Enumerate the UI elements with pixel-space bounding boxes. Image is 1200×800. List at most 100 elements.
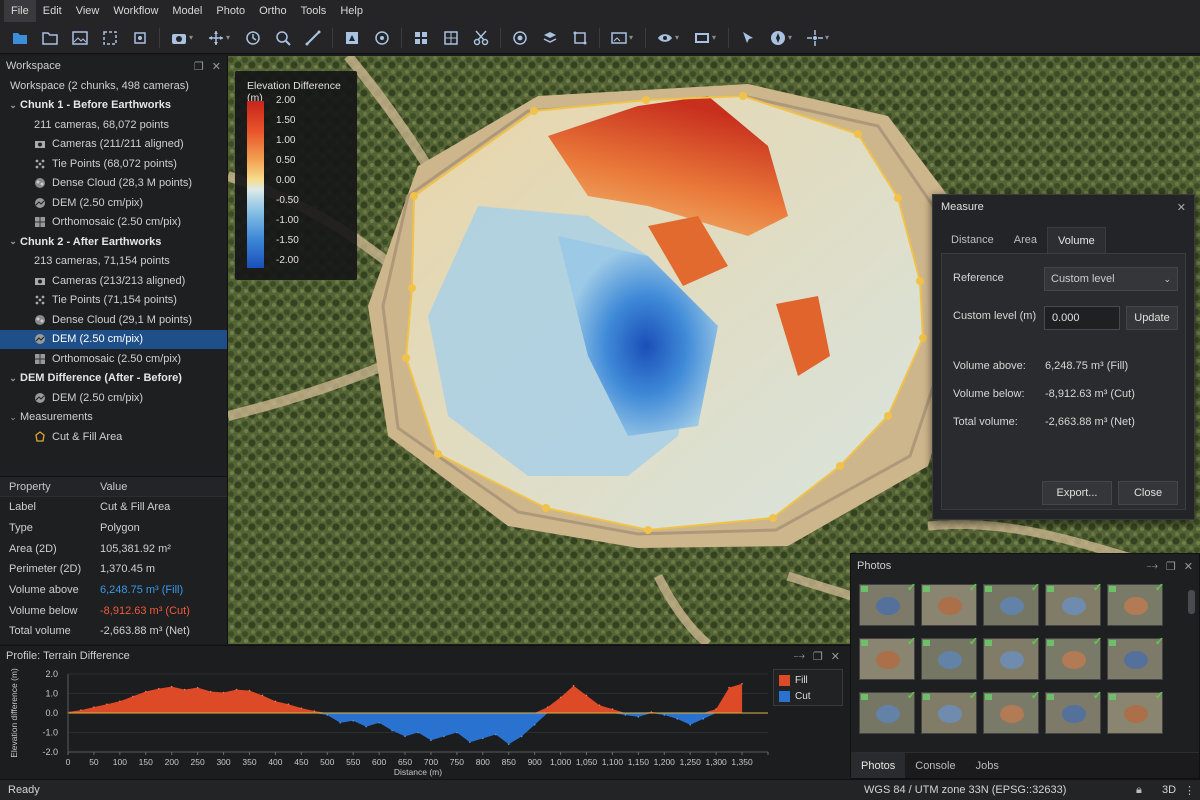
pin-icon[interactable]: ⤍ xyxy=(793,650,804,663)
tree-item[interactable]: ⌄ Chunk 2 - After Earthworks xyxy=(0,232,227,252)
chevron-down-icon[interactable]: ▾ xyxy=(629,33,637,42)
menu-file[interactable]: File xyxy=(4,0,36,22)
photo-thumbnail[interactable]: ✓ xyxy=(859,582,916,626)
property-row[interactable]: Type Polygon xyxy=(0,518,227,539)
lock-icon[interactable]: 🔒︎ xyxy=(1136,784,1142,797)
open-folder-icon[interactable] xyxy=(36,25,64,51)
select-icon[interactable] xyxy=(734,25,762,51)
photo-thumbnail[interactable]: ✓ xyxy=(1045,636,1102,680)
chevron-down-icon[interactable]: ▾ xyxy=(675,33,683,42)
tab-console[interactable]: Console xyxy=(905,753,965,778)
photo-thumbnail[interactable]: ✓ xyxy=(983,582,1040,626)
chevron-down-icon[interactable]: ⌄ xyxy=(6,100,20,111)
photo-thumbnail[interactable]: ✓ xyxy=(983,690,1040,734)
scissors-icon[interactable] xyxy=(467,25,495,51)
chevron-down-icon[interactable]: ⌄ xyxy=(6,373,20,384)
close-icon[interactable]: ✕ xyxy=(1177,201,1186,214)
float-icon[interactable]: ❐ xyxy=(1166,560,1176,573)
resize-region-icon[interactable] xyxy=(126,25,154,51)
tree-item[interactable]: 211 cameras, 68,072 points xyxy=(0,115,227,135)
grid-icon[interactable] xyxy=(407,25,435,51)
chevron-down-icon[interactable]: ▾ xyxy=(788,33,796,42)
pin-icon[interactable]: ⤍ xyxy=(1146,560,1157,573)
workspace-summary[interactable]: Workspace (2 chunks, 498 cameras) xyxy=(0,76,227,96)
settings-icon[interactable]: ⋮ xyxy=(1184,784,1195,797)
crop-icon[interactable] xyxy=(566,25,594,51)
menu-photo[interactable]: Photo xyxy=(209,0,252,22)
tree-item[interactable]: DEM (2.50 cm/pix) xyxy=(0,193,227,213)
property-row[interactable]: Perimeter (2D) 1,370.45 m xyxy=(0,559,227,580)
tree-item[interactable]: 213 cameras, 71,154 points xyxy=(0,252,227,272)
tree-item[interactable]: ⌄ Chunk 1 - Before Earthworks xyxy=(0,96,227,116)
scrollbar-thumb[interactable] xyxy=(1188,590,1195,614)
photo-thumbnail[interactable]: ✓ xyxy=(921,690,978,734)
new-project-icon[interactable] xyxy=(6,25,34,51)
tab-jobs[interactable]: Jobs xyxy=(966,753,1009,778)
chevron-down-icon[interactable]: ▾ xyxy=(189,33,197,42)
menu-tools[interactable]: Tools xyxy=(294,0,334,22)
float-icon[interactable]: ❐ xyxy=(813,650,823,663)
photo-thumbnail[interactable]: ✓ xyxy=(1045,582,1102,626)
menu-workflow[interactable]: Workflow xyxy=(106,0,165,22)
tree-item[interactable]: Orthomosaic (2.50 cm/pix) xyxy=(0,213,227,233)
update-button[interactable]: Update xyxy=(1126,306,1178,330)
tree-item[interactable]: DEM (2.50 cm/pix) xyxy=(0,388,227,408)
menu-model[interactable]: Model xyxy=(165,0,209,22)
chevron-down-icon[interactable]: ⌄ xyxy=(6,412,20,423)
tree-item[interactable]: Dense Cloud (28,3 M points) xyxy=(0,174,227,194)
float-icon[interactable]: ❐ xyxy=(194,60,204,73)
menu-view[interactable]: View xyxy=(69,0,107,22)
photo-thumbnail[interactable]: ✓ xyxy=(921,582,978,626)
close-icon[interactable]: ✕ xyxy=(831,650,840,663)
chevron-down-icon[interactable]: ▾ xyxy=(825,33,833,42)
tree-item[interactable]: Cameras (213/213 aligned) xyxy=(0,271,227,291)
photo-thumbnail[interactable]: ✓ xyxy=(1107,690,1164,734)
property-row[interactable]: Volume below -8,912.63 m³ (Cut) xyxy=(0,600,227,621)
property-row[interactable]: Total volume -2,663.88 m³ (Net) xyxy=(0,621,227,642)
chevron-down-icon[interactable]: ▾ xyxy=(226,33,234,42)
tree-item[interactable]: ⌄ DEM Difference (After - Before) xyxy=(0,369,227,389)
export-button[interactable]: Export... xyxy=(1042,481,1112,505)
property-row[interactable]: Label Cut & Fill Area xyxy=(0,497,227,518)
crs-label[interactable]: WGS 84 / UTM zone 33N (EPSG::32633) xyxy=(864,784,1066,796)
reference-select[interactable]: Custom level ⌄ xyxy=(1044,267,1178,291)
ruler-icon[interactable] xyxy=(299,25,327,51)
photo-thumbnail[interactable]: ✓ xyxy=(859,636,916,680)
custom-level-input[interactable]: 0.000 xyxy=(1044,306,1120,330)
property-row[interactable]: Area (2D) 105,381.92 m² xyxy=(0,538,227,559)
tab-photos[interactable]: Photos xyxy=(851,753,906,778)
photo-thumbnail[interactable]: ✓ xyxy=(921,636,978,680)
tree-item[interactable]: Tie Points (68,072 points) xyxy=(0,154,227,174)
point-cloud-icon[interactable] xyxy=(368,25,396,51)
chevron-down-icon[interactable]: ⌄ xyxy=(6,236,20,247)
tab-distance[interactable]: Distance xyxy=(941,227,1004,253)
view-mode-label[interactable]: 3D xyxy=(1162,784,1176,796)
photo-thumbnail[interactable]: ✓ xyxy=(1045,690,1102,734)
tab-volume[interactable]: Volume xyxy=(1047,227,1106,253)
tree-item[interactable]: Cut & Fill Area xyxy=(0,427,227,447)
rotate-icon[interactable] xyxy=(239,25,267,51)
photo-thumbnail[interactable]: ✓ xyxy=(1107,636,1164,680)
region-icon[interactable] xyxy=(96,25,124,51)
add-photos-icon[interactable] xyxy=(66,25,94,51)
tree-item[interactable]: Cameras (211/211 aligned) xyxy=(0,135,227,155)
property-row[interactable]: Volume above 6,248.75 m³ (Fill) xyxy=(0,580,227,601)
tree-item[interactable]: Orthomosaic (2.50 cm/pix) xyxy=(0,349,227,369)
menu-ortho[interactable]: Ortho xyxy=(252,0,294,22)
close-button[interactable]: Close xyxy=(1118,481,1178,505)
chevron-down-icon[interactable]: ▾ xyxy=(712,33,720,42)
layers-icon[interactable] xyxy=(536,25,564,51)
tab-area[interactable]: Area xyxy=(1004,227,1047,253)
menu-help[interactable]: Help xyxy=(333,0,370,22)
tree-item[interactable]: Dense Cloud (29,1 M points) xyxy=(0,310,227,330)
close-icon[interactable]: ✕ xyxy=(212,60,221,73)
profile-chart[interactable]: 2.0 1.0 0.0 -1.0 -2.0 Elevation difference (m… xyxy=(0,666,850,780)
model-icon[interactable] xyxy=(338,25,366,51)
photo-thumbnail[interactable]: ✓ xyxy=(983,636,1040,680)
photo-thumbnail[interactable]: ✓ xyxy=(859,690,916,734)
texture-icon[interactable] xyxy=(437,25,465,51)
tree-item[interactable]: ⌄ Measurements xyxy=(0,408,227,428)
menu-edit[interactable]: Edit xyxy=(36,0,69,22)
tree-item[interactable]: DEM (2.50 cm/pix) xyxy=(0,329,227,349)
close-icon[interactable]: ✕ xyxy=(1184,560,1193,573)
